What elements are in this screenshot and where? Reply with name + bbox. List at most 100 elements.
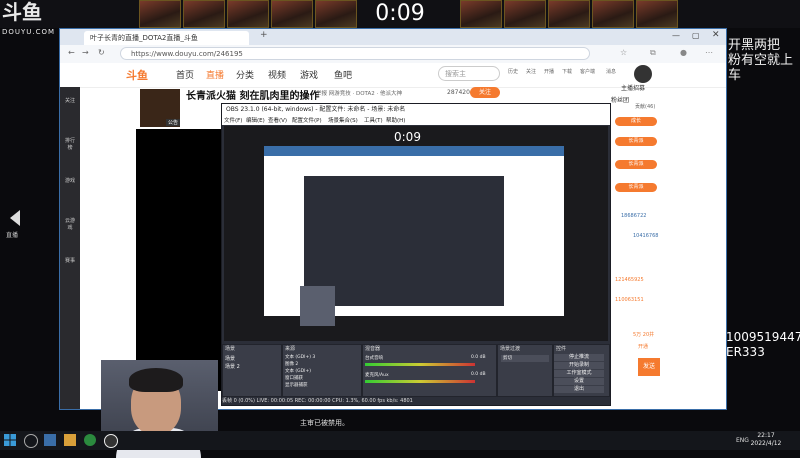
nested-webcam (300, 286, 335, 326)
menu-edit[interactable]: 编辑(E) (246, 116, 265, 124)
contribution-label[interactable]: 贡献(46) (635, 103, 655, 110)
count-label: 5万 20井 (633, 332, 655, 338)
douyu-logo[interactable]: 斗鱼 (126, 67, 148, 83)
dock-header: 控件 (556, 346, 567, 352)
dock-header: 混音器 (365, 346, 381, 352)
sidebar-match[interactable]: 赛事 (63, 257, 77, 264)
transition-select[interactable]: 剪切 (501, 355, 549, 362)
windows-start-icon[interactable] (4, 434, 16, 446)
clock-date: 2022/4/12 (750, 440, 782, 447)
new-tab-icon[interactable]: + (260, 30, 268, 40)
source-item[interactable]: 图像 2 (285, 361, 298, 367)
browser-tab[interactable]: 叶子长青的直播_DOTA2直播_斗鱼 (84, 31, 249, 45)
dock-header: 来源 (285, 346, 296, 352)
search-icon[interactable] (24, 434, 38, 448)
sources-dock: 来源 文本 (GDI+) 3 图像 2 文本 (GDI+) 窗口捕获 显示器捕获 (282, 344, 362, 397)
download-icon[interactable]: 下载 (562, 68, 572, 75)
sidebar-game[interactable]: 游戏 (63, 177, 77, 184)
source-item[interactable]: 文本 (GDI+) 3 (285, 354, 315, 360)
collections-icon[interactable]: ⧉ (650, 48, 656, 58)
hero-bar: 0:09 (0, 0, 800, 28)
bottom-caption: 主审已被禁用。 (300, 419, 349, 427)
follow-button[interactable]: 关注 (470, 87, 500, 98)
hero-portrait (504, 0, 546, 28)
message-icon[interactable]: 消息 (606, 68, 616, 75)
clock[interactable]: 22:17 2022/4/12 (746, 432, 786, 448)
nav-yuba[interactable]: 鱼吧 (334, 68, 352, 81)
controls-dock: 控件 停止推流 开始录制 工作室模式 设置 退出 (553, 344, 610, 397)
recruit-label[interactable]: 主播招募 (621, 83, 645, 92)
obs-preview[interactable]: 0:09 (224, 126, 608, 341)
forward-icon[interactable]: → (82, 48, 89, 57)
nav-live[interactable]: 直播 (206, 68, 224, 81)
volume-meter (365, 380, 475, 383)
broadcast-icon[interactable]: 开播 (544, 68, 554, 75)
overlay-side-text: 开黑两把 粉有空就上车 (728, 38, 800, 83)
scene-item[interactable]: 场景 2 (225, 363, 240, 370)
source-item[interactable]: 文本 (GDI+) (285, 368, 311, 374)
obs-title: OBS 23.1.0 (64-bit, windows) - 配置文件: 未命名… (222, 104, 610, 116)
browser-icon[interactable] (84, 434, 96, 446)
open-button[interactable]: 开通 (638, 343, 648, 350)
side-line: 开黑两把 (728, 38, 781, 53)
badge: 长青派 (615, 137, 657, 146)
overlay-number: 1009519447 ER333 (726, 330, 800, 360)
taskview-icon[interactable] (44, 434, 56, 446)
menu-tools[interactable]: 工具(T) (364, 116, 383, 124)
nav-home[interactable]: 首页 (176, 68, 194, 81)
mixer-dock: 混音器 台式音响 0.0 dB 麦克风/Aux 0.0 dB (362, 344, 497, 397)
explorer-icon[interactable] (64, 434, 76, 446)
watermark-text: 斗鱼 (2, 0, 42, 24)
source-item[interactable]: 窗口捕获 (285, 375, 303, 381)
menu-help[interactable]: 帮助(H) (386, 116, 405, 124)
settings-button[interactable]: 设置 (554, 378, 604, 385)
nav-category[interactable]: 分类 (236, 68, 254, 81)
sidebar-cloudgame[interactable]: 云游戏 (63, 217, 77, 231)
studio-mode-button[interactable]: 工作室模式 (554, 370, 604, 377)
clock-time: 22:17 (757, 432, 775, 439)
transitions-dock: 场景过渡 剪切 (497, 344, 553, 397)
minimize-icon[interactable]: — (672, 31, 680, 40)
back-icon[interactable]: ← (68, 48, 75, 57)
hero-portrait (139, 0, 181, 28)
obs-icon[interactable] (104, 434, 118, 448)
stop-stream-button[interactable]: 停止推流 (554, 354, 604, 361)
left-sidebar: 关注 排行榜 游戏 云游戏 赛事 (60, 87, 80, 409)
client-icon[interactable]: 客户端 (580, 68, 595, 75)
menu-file[interactable]: 文件(F) (224, 116, 242, 124)
menu-icon[interactable]: ⋯ (705, 48, 713, 57)
dock-header: 场景 (225, 346, 236, 352)
scene-item[interactable]: 场景 (225, 355, 235, 362)
menu-profile[interactable]: 配置文件(P) (292, 116, 322, 124)
user-id: 110063151 (615, 297, 644, 303)
history-icon[interactable]: 历史 (508, 68, 518, 75)
refresh-icon[interactable]: ↻ (98, 48, 105, 57)
follow-icon[interactable]: 关注 (526, 68, 536, 75)
sidebar-rank[interactable]: 排行榜 (63, 137, 77, 151)
menu-scenes[interactable]: 场景集合(S) (328, 116, 358, 124)
menu-view[interactable]: 查看(V) (268, 116, 287, 124)
mixer-track-name: 麦克风/Aux (365, 373, 389, 378)
nav-video[interactable]: 视频 (268, 68, 286, 81)
tab-strip: 叶子长青的直播_DOTA2直播_斗鱼 + — ▢ ✕ (60, 29, 726, 45)
notice-badge[interactable]: 公告 (166, 119, 181, 126)
send-button[interactable]: 发送 (638, 358, 660, 376)
fan-group-label[interactable]: 粉丝团 (611, 95, 629, 104)
stream-meta: 举报 网游竞技 · DOTA2 · 他派大神 (316, 91, 402, 97)
close-icon[interactable]: ✕ (712, 30, 720, 40)
url-field[interactable]: https://www.douyu.com/246195 (120, 47, 590, 60)
start-record-button[interactable]: 开始录制 (554, 362, 604, 369)
search-input[interactable]: 搜索主 (438, 66, 500, 81)
prev-arrow-icon[interactable] (10, 210, 20, 226)
source-item[interactable]: 显示器捕获 (285, 382, 308, 388)
profile-icon[interactable]: ● (680, 48, 687, 57)
watermark-sub: DOUYU.COM (2, 28, 56, 36)
exit-button[interactable]: 退出 (554, 386, 604, 393)
taskbar: ENG 22:17 2022/4/12 (0, 431, 800, 450)
nav-game[interactable]: 游戏 (300, 68, 318, 81)
left-nav-label: 直播 (6, 232, 19, 239)
maximize-icon[interactable]: ▢ (692, 31, 700, 40)
sidebar-follow[interactable]: 关注 (63, 97, 77, 104)
avatar[interactable] (634, 65, 652, 83)
favorites-icon[interactable]: ☆ (620, 48, 627, 57)
